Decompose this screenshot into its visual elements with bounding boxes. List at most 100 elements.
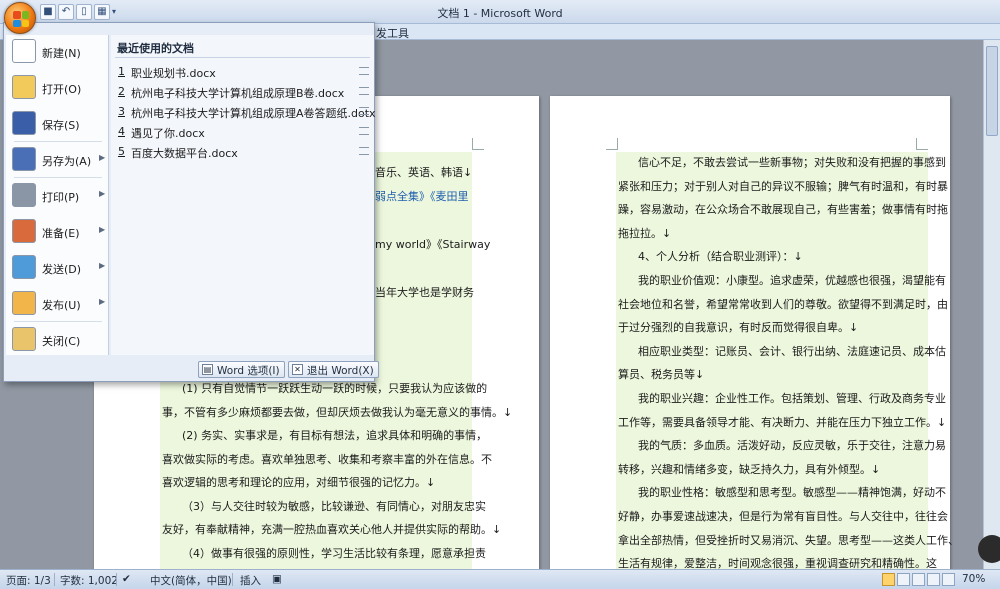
menu-item-label: 新建(N): [42, 47, 81, 60]
document-text-line: 拖拉拉。↓: [618, 226, 672, 240]
document-text-line: 拿出全部热情，但受挫折时又易消沉、失望。思考型——这类人工作、: [618, 533, 959, 547]
divider: [54, 573, 55, 586]
submenu-arrow-icon: ▶: [99, 225, 106, 234]
menu-item-open-folder[interactable]: 打开(O): [6, 71, 109, 105]
pin-icon[interactable]: [359, 107, 369, 115]
recent-document-item[interactable]: 2 杭州电子科技大学计算机组成原理B卷.docx: [115, 83, 370, 101]
recent-number: 4: [118, 125, 125, 138]
recent-documents-panel: 最近使用的文档 1 职业规划书.docx 2 杭州电子科技大学计算机组成原理B卷.do…: [111, 35, 376, 355]
close-folder-icon: [12, 327, 36, 351]
document-text-line: 友好，有奉献精神，充满一腔热血喜欢关心他人并提供实际的帮助。↓: [162, 523, 502, 536]
recent-document-name: 职业规划书.docx: [131, 67, 216, 80]
office-menu-commands: 新建(N) 打开(O) 保存(S) 另存为(A) ▶ 打印(P) ▶ 准备(E) ▶ 发送(D) ▶…: [6, 35, 109, 355]
print-layout-view-icon[interactable]: [882, 573, 895, 586]
recent-number: 2: [118, 85, 125, 98]
document-text-line: 喜欢做实际的考虑。喜欢单独思考、收集和考察丰富的外在信息。不: [162, 452, 492, 466]
office-button[interactable]: [4, 2, 36, 34]
document-text-line: 当年大学也是学财务: [375, 286, 474, 299]
exit-word-label: 退出 Word(X): [307, 365, 374, 377]
save-icon[interactable]: ■: [40, 4, 56, 20]
divider: [232, 573, 233, 586]
menu-item-label: 发布(U): [42, 299, 81, 312]
new-doc-icon[interactable]: ▯: [76, 4, 92, 20]
margin-marker: [472, 138, 484, 150]
recent-document-name: 百度大数据平台.docx: [131, 147, 238, 160]
document-text-line: 转移，兴趣和情绪多变，缺乏持久力，具有外倾型。↓: [618, 462, 881, 476]
divider: [14, 177, 102, 178]
vertical-scrollbar[interactable]: [983, 40, 1000, 569]
insert-mode[interactable]: 插入: [240, 573, 261, 588]
document-text-line: （3）与人交往时较为敏感，比较谦逊、有同情心，对朋友忠实: [182, 499, 486, 513]
language-status[interactable]: 中文(简体，中国): [150, 573, 232, 588]
page-count[interactable]: 页面: 1/3: [6, 573, 51, 588]
divider: [116, 573, 117, 586]
word-options-label: Word 选项(I): [217, 365, 280, 377]
recent-number: 1: [118, 65, 125, 78]
save-icon: [12, 111, 36, 135]
recent-document-item[interactable]: 3 杭州电子科技大学计算机组成原理A卷答题纸.dotx: [115, 103, 376, 121]
full-screen-reading-icon[interactable]: [897, 573, 910, 586]
recent-document-item[interactable]: 1 职业规划书.docx: [115, 63, 370, 81]
zoom-level[interactable]: 70%: [962, 573, 985, 585]
document-text-line: 躁，容易激动，在公众场合不敢展现自己，有些害羞；做事情有时拖: [618, 203, 948, 217]
document-text-line: 好静，办事爱速战速决，但是行为常有盲目性。与人交往中，往往会: [618, 510, 948, 523]
document-text-line: 音乐、英语、韩语↓: [375, 166, 473, 179]
menu-item-label: 发送(D): [42, 263, 82, 276]
document-text-line: （4）做事有很强的原则性，学习生活比较有条理，愿意承担责: [182, 546, 486, 560]
submenu-arrow-icon: ▶: [99, 297, 106, 306]
menu-item-send[interactable]: 发送(D) ▶: [6, 251, 109, 285]
word-count[interactable]: 字数: 1,002: [60, 573, 118, 588]
floating-circle-button[interactable]: [978, 535, 1000, 563]
pin-icon[interactable]: [359, 67, 369, 75]
outline-view-icon[interactable]: [927, 573, 940, 586]
document-text-line: 算员、税务员等↓: [618, 368, 705, 382]
menu-item-save[interactable]: 保存(S): [6, 107, 109, 141]
scroll-thumb[interactable]: [986, 46, 998, 136]
undo-icon[interactable]: ↶: [58, 4, 74, 20]
recent-number: 5: [118, 145, 125, 158]
prepare-icon: [12, 219, 36, 243]
page-2[interactable]: 信心不足，不敢去尝试一些新事物；对失败和没有把握的事感到 紧张和压力；对于别人对自…: [550, 96, 959, 589]
document-text-line: 社会地位和名誉，希望常常收到人们的尊敬。欲望得不到满足时，由: [618, 297, 948, 311]
status-bar: 页面: 1/3 字数: 1,002 ✔ 中文(简体，中国) 插入 ▣ 70%: [0, 569, 1000, 589]
pin-icon[interactable]: [359, 87, 369, 95]
recent-number: 3: [118, 105, 125, 118]
document-text-line: 我的职业价值观：小康型。追求虚荣，优越感也很强，渴望能有: [638, 274, 946, 287]
word-options-button[interactable]: ▤ Word 选项(I): [198, 361, 285, 378]
exit-word-button[interactable]: ✕ 退出 Word(X): [288, 361, 379, 378]
title-bar: 文档 1 - Microsoft Word ■ ↶ ▯ ▦ ▾: [0, 0, 1000, 24]
recent-document-item[interactable]: 5 百度大数据平台.docx: [115, 143, 370, 161]
menu-item-close-folder[interactable]: 关闭(C): [6, 323, 109, 357]
exit-icon: ✕: [292, 364, 303, 375]
document-text-line: 我的职业性格：敏感型和思考型。敏感型——精神饱满，好动不: [638, 486, 946, 500]
proofing-icon[interactable]: ✔: [122, 573, 131, 585]
document-text-line: 我的职业兴趣：企业性工作。包括策划、管理、行政及商务专业: [638, 392, 946, 405]
macro-record-icon[interactable]: ▣: [272, 573, 282, 585]
submenu-arrow-icon: ▶: [99, 189, 106, 198]
print-icon: [12, 183, 36, 207]
customize-toolbar-button[interactable]: ▾: [112, 4, 122, 20]
recent-documents-title: 最近使用的文档: [117, 42, 194, 55]
menu-item-label: 打开(O): [42, 83, 82, 96]
office-menu: 新建(N) 打开(O) 保存(S) 另存为(A) ▶ 打印(P) ▶ 准备(E) ▶ 发送(D) ▶…: [3, 22, 379, 382]
menu-item-print[interactable]: 打印(P) ▶: [6, 179, 109, 213]
web-layout-icon[interactable]: [912, 573, 925, 586]
menu-item-save-as[interactable]: 另存为(A) ▶: [6, 143, 109, 177]
menu-item-new-document[interactable]: 新建(N): [6, 35, 109, 69]
menu-item-label: 另存为(A): [42, 155, 92, 168]
options-icon: ▤: [202, 364, 213, 375]
document-text-line: 我的气质：多血质。活泼好动，反应灵敏，乐于交往，注意力易: [638, 439, 946, 453]
menu-item-prepare[interactable]: 准备(E) ▶: [6, 215, 109, 249]
pin-icon[interactable]: [359, 127, 369, 135]
divider: [14, 141, 102, 142]
menu-item-label: 关闭(C): [42, 335, 81, 348]
recent-document-item[interactable]: 4 遇见了你.docx: [115, 123, 370, 141]
office-logo-icon: [13, 11, 29, 27]
tab-developer[interactable]: 发工具: [376, 25, 409, 41]
pin-icon[interactable]: [359, 147, 369, 155]
draft-view-icon[interactable]: [942, 573, 955, 586]
menu-item-publish[interactable]: 发布(U) ▶: [6, 287, 109, 321]
document-text-line: 于过分强烈的自我意识，有时反而觉得很自卑。↓: [618, 321, 859, 335]
recent-document-name: 杭州电子科技大学计算机组成原理A卷答题纸.dotx: [131, 107, 376, 120]
print-preview-icon[interactable]: ▦: [94, 4, 110, 20]
